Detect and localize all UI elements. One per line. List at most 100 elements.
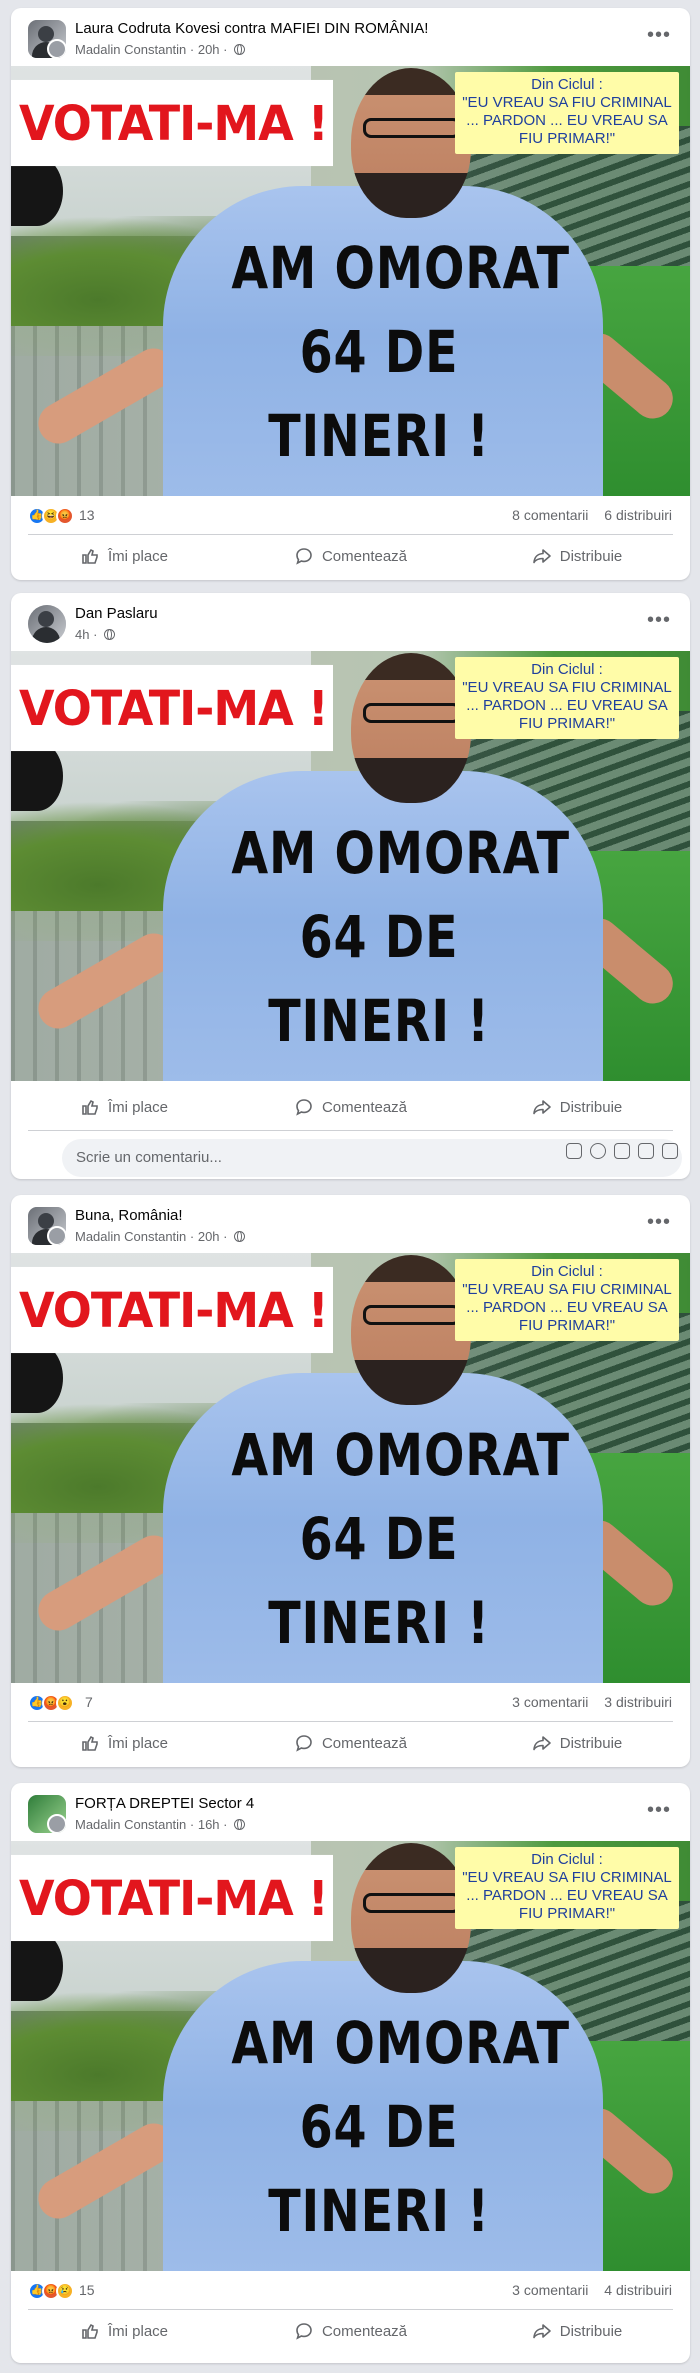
share-arrow-icon [532,1736,551,1751]
post-group-name[interactable]: Laura Codruta Kovesi contra MAFIEI DIN R… [75,20,428,37]
image-shirt-text: AM OMORAT 64 DE TINERI ! [231,811,570,1063]
reaction-count[interactable]: 7 [85,1694,93,1710]
shirt-line: AM OMORAT [231,819,570,887]
like-button[interactable]: Îmi place [11,1721,237,1765]
post-actions: Îmi place Comentează Distribuie [11,1085,690,1129]
image-shirt-text: AM OMORAT 64 DE TINERI ! [231,226,570,478]
reactions-bar: 👍 😆 😡 13 8 comentarii 6 distribuiri [11,496,690,534]
globe-icon [234,44,246,55]
like-button[interactable]: Îmi place [11,534,237,578]
shares-count[interactable]: 3 distribuiri [604,1694,672,1710]
shirt-line: AM OMORAT [231,234,570,302]
image-shirt-text: AM OMORAT 64 DE TINERI ! [231,2001,570,2253]
group-avatar[interactable] [28,1207,66,1245]
shirt-line: 64 DE [299,903,459,971]
avatar-sticker-icon[interactable] [662,1143,678,1159]
shirt-line: TINERI ! [268,2177,490,2245]
comment-label: Comentează [321,2322,408,2340]
thumbs-up-icon [82,2323,98,2339]
post-group-name[interactable]: FORȚA DREPTEI Sector 4 [75,1795,254,1812]
reactions-bar: 👍 😡 😢 15 3 comentarii 4 distribuiri [11,2271,690,2309]
like-label: Îmi place [107,2322,169,2340]
post-group-name[interactable]: Buna, România! [75,1207,183,1224]
share-button[interactable]: Distribuie [464,2309,690,2353]
group-avatar[interactable] [28,20,66,58]
like-label: Îmi place [107,1098,169,1116]
image-cycle-label: Din Ciclul : [531,76,603,93]
image-cycle-label: Din Ciclul : [531,661,603,678]
post-meta: Madalin Constantin · 20h · [75,42,246,57]
comment-tools [566,1143,678,1159]
post-header: Buna, România! Madalin Constantin · 20h … [11,1195,690,1253]
more-options-icon[interactable]: ••• [646,1211,672,1237]
share-label: Distribuie [559,1098,623,1116]
comment-button[interactable]: Comentează [237,2309,464,2353]
reaction-count[interactable]: 15 [79,2282,95,2298]
user-avatar[interactable] [28,605,66,643]
speech-bubble-icon [296,1099,312,1116]
shares-count[interactable]: 6 distribuiri [604,507,672,523]
more-options-icon[interactable]: ••• [646,609,672,635]
more-options-icon[interactable]: ••• [646,1799,672,1825]
share-arrow-icon [532,549,551,564]
share-button[interactable]: Distribuie [464,1085,690,1129]
post-author-time[interactable]: Madalin Constantin · 16h · [75,1817,227,1832]
share-arrow-icon [532,1100,551,1115]
post-time[interactable]: 4h · [75,627,97,642]
comment-button[interactable]: Comentează [237,534,464,578]
shares-count[interactable]: 4 distribuiri [604,2282,672,2298]
reactions-bar: 👍 😡 😮 7 3 comentarii 3 distribuiri [11,1683,690,1721]
comment-label: Comentează [321,1098,408,1116]
post-author-time[interactable]: Madalin Constantin · 20h · [75,42,227,57]
sad-reaction-icon: 😢 [56,2282,74,2300]
post-image[interactable]: VOTATI-MA ! Din Ciclul : "EU VREAU SA FI… [11,651,690,1081]
post-image[interactable]: VOTATI-MA ! Din Ciclul : "EU VREAU SA FI… [11,1841,690,2271]
comment-box: Scrie un comentariu... [11,1133,690,1179]
share-button[interactable]: Distribuie [464,534,690,578]
share-arrow-icon [532,2324,551,2339]
post-image[interactable]: VOTATI-MA ! Din Ciclul : "EU VREAU SA FI… [11,1253,690,1683]
image-banner-text: VOTATI-MA ! [11,1266,333,1354]
post-card: Buna, România! Madalin Constantin · 20h … [11,1195,690,1767]
gif-icon[interactable] [638,1143,654,1159]
comments-count[interactable]: 3 comentarii [512,2282,588,2298]
share-button[interactable]: Distribuie [464,1721,690,1765]
post-meta: 4h · [75,627,116,642]
post-header: FORȚA DREPTEI Sector 4 Madalin Constanti… [11,1783,690,1841]
post-author-name[interactable]: Dan Paslaru [75,605,158,622]
shirt-line: AM OMORAT [231,2009,570,2077]
comment-label: Comentează [321,1734,408,1752]
group-avatar[interactable] [28,1795,66,1833]
comment-button[interactable]: Comentează [237,1085,464,1129]
share-label: Distribuie [559,547,623,565]
share-label: Distribuie [559,1734,623,1752]
like-button[interactable]: Îmi place [11,2309,237,2353]
comment-button[interactable]: Comentează [237,1721,464,1765]
shirt-line: AM OMORAT [231,1421,570,1489]
image-cycle-text: "EU VREAU SA FIU CRIMINAL ... PARDON ...… [462,1869,672,1922]
thumbs-up-icon [82,1735,98,1751]
globe-icon [234,1231,246,1242]
post-header: Laura Codruta Kovesi contra MAFIEI DIN R… [11,8,690,66]
reaction-count[interactable]: 13 [79,507,95,523]
emoji-icon[interactable] [590,1143,606,1159]
speech-bubble-icon [296,1735,312,1752]
comments-count[interactable]: 3 comentarii [512,1694,588,1710]
post-author-time[interactable]: Madalin Constantin · 20h · [75,1229,227,1244]
comment-label: Comentează [321,547,408,565]
post-stats: 3 comentarii 4 distribuiri [512,2282,672,2298]
image-cycle-label: Din Ciclul : [531,1851,603,1868]
image-banner-text: VOTATI-MA ! [11,1854,333,1942]
comments-count[interactable]: 8 comentarii [512,507,588,523]
post-image[interactable]: VOTATI-MA ! Din Ciclul : "EU VREAU SA FI… [11,66,690,496]
like-button[interactable]: Îmi place [11,1085,237,1129]
shirt-line: TINERI ! [268,1589,490,1657]
sticker-icon[interactable] [566,1143,582,1159]
more-options-icon[interactable]: ••• [646,24,672,50]
wow-reaction-icon: 😮 [56,1694,74,1712]
post-card: FORȚA DREPTEI Sector 4 Madalin Constanti… [11,1783,690,2363]
post-card: Dan Paslaru 4h · ••• VOTATI-MA ! Din Cic… [11,593,690,1179]
camera-icon[interactable] [614,1143,630,1159]
share-label: Distribuie [559,2322,623,2340]
image-cycle-box: Din Ciclul : "EU VREAU SA FIU CRIMINAL .… [455,1847,679,1929]
